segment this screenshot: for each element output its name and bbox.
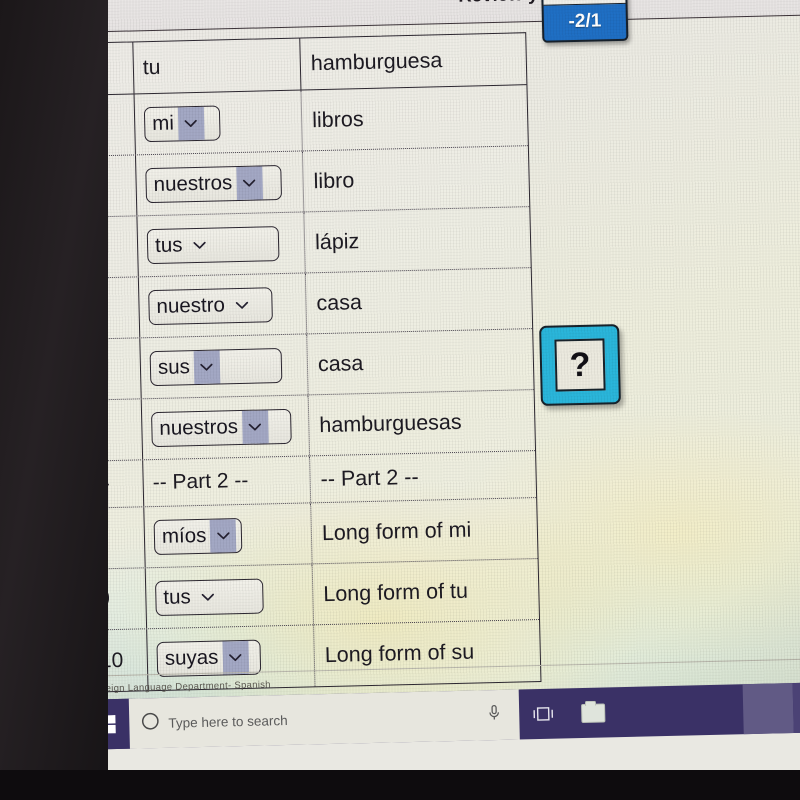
- laptop-bezel-left: [0, 0, 108, 800]
- noun-cell: libro: [313, 167, 355, 193]
- possessive-dropdown-9[interactable]: tus: [154, 578, 264, 616]
- chevron-down-icon[interactable]: [222, 640, 249, 675]
- points-badge: POINTS: -2/1: [541, 0, 629, 43]
- possessive-dropdown-7[interactable]: nuestros: [151, 408, 292, 447]
- microphone-icon[interactable]: [487, 704, 502, 726]
- table-row: 3nuestroslibro: [77, 146, 530, 218]
- possessive-cell: míos: [144, 503, 313, 568]
- chevron-down-icon[interactable]: [209, 518, 237, 553]
- table-row: 6suscasa: [82, 329, 534, 401]
- possessive-cell: mi: [134, 90, 303, 155]
- noun-cell: casa: [317, 350, 364, 376]
- table-row: 7nuestroshamburguesas: [83, 390, 536, 462]
- possessive-dropdown-2[interactable]: mi: [143, 104, 221, 142]
- table-row: 8míosLong form of mi: [86, 498, 538, 570]
- dropdown-selected-value: mi: [151, 111, 175, 135]
- possessive-dropdown-3[interactable]: nuestros: [145, 164, 283, 203]
- taskbar-item-1[interactable]: [742, 683, 794, 735]
- noun-cell: Long form of su: [324, 639, 475, 668]
- dropdown-selected-value: míos: [161, 523, 207, 548]
- possessive-cell: nuestro: [138, 273, 308, 338]
- possessive-text: -- Part 2 --: [152, 468, 249, 495]
- dropdown-selected-value: nuestros: [153, 170, 233, 196]
- photo-of-laptop-screen: Review your sentences and if you ar 1tuh…: [0, 0, 800, 800]
- possessive-text: tu: [142, 55, 161, 79]
- quiz-app-surface: Review your sentences and if you ar 1tuh…: [66, 0, 800, 730]
- chevron-down-icon[interactable]: [193, 349, 221, 384]
- possessive-dropdown-4[interactable]: tus: [146, 225, 280, 264]
- file-explorer-button[interactable]: [567, 687, 620, 738]
- dropdown-selected-value: nuestro: [156, 293, 226, 318]
- folder-icon: [581, 702, 606, 723]
- search-placeholder: Type here to search: [168, 712, 288, 731]
- header-band: [66, 0, 800, 32]
- noun-cell: libros: [311, 106, 364, 132]
- noun-cell: hamburguesa: [310, 48, 443, 76]
- laptop-screen: Review your sentences and if you ar 1tuh…: [66, 0, 800, 788]
- laptop-bezel-bottom: [0, 770, 800, 800]
- dropdown-selected-value: suyas: [164, 645, 219, 671]
- dropdown-selected-value: sus: [157, 354, 191, 379]
- taskbar-spacer: [619, 684, 744, 737]
- dropdown-selected-value: tus: [154, 233, 183, 257]
- table-row: 2milibros: [76, 85, 528, 157]
- taskbar-item-2[interactable]: [792, 681, 800, 734]
- possessive-dropdown-5[interactable]: nuestro: [148, 286, 273, 325]
- table-row: 5nuestrocasa: [80, 268, 533, 340]
- noun-cell: -- Part 2 --: [320, 464, 419, 491]
- sentences-table: 1tuhamburguesa2milibros3nuestroslibro4tu…: [74, 32, 542, 693]
- possessive-cell: -- Part 2 --: [143, 456, 312, 507]
- chevron-down-icon[interactable]: [229, 288, 256, 322]
- noun-cell: lápiz: [314, 228, 360, 254]
- noun-cell: Long form of mi: [321, 517, 472, 545]
- cortana-circle-icon: [141, 712, 160, 735]
- task-view-button[interactable]: [519, 688, 568, 739]
- possessive-cell: tus: [137, 212, 306, 277]
- possessive-dropdown-8[interactable]: míos: [153, 517, 243, 555]
- possessive-dropdown-6[interactable]: sus: [149, 347, 283, 386]
- table-row: 4tuslápiz: [79, 207, 531, 279]
- noun-cell: casa: [316, 289, 363, 315]
- noun-cell: hamburguesas: [319, 409, 462, 437]
- possessive-cell: sus: [140, 334, 309, 399]
- table-row: 9tusLong form of tu: [87, 559, 540, 631]
- chevron-down-icon[interactable]: [177, 106, 205, 140]
- possessive-cell: nuestros: [135, 151, 305, 216]
- dropdown-selected-value: nuestros: [159, 414, 239, 440]
- chevron-down-icon[interactable]: [194, 580, 221, 614]
- chevron-down-icon[interactable]: [186, 228, 213, 262]
- table-row: 10 suyas Long form of su: [89, 620, 540, 692]
- help-button-face: ?: [554, 338, 606, 392]
- dropdown-selected-value: tus: [163, 584, 192, 609]
- possessive-cell: nuestros: [141, 395, 311, 460]
- help-button[interactable]: ?: [539, 324, 621, 406]
- possessive-cell: tu: [133, 38, 302, 94]
- points-value: -2/1: [568, 10, 602, 33]
- task-view-icon: [533, 707, 554, 721]
- chevron-down-icon[interactable]: [235, 165, 263, 200]
- chevron-down-icon[interactable]: [241, 409, 269, 444]
- question-mark-icon: ?: [569, 345, 591, 385]
- noun-cell: Long form of tu: [323, 578, 469, 606]
- search-input[interactable]: Type here to search: [128, 689, 520, 749]
- possessive-cell: tus: [145, 564, 315, 629]
